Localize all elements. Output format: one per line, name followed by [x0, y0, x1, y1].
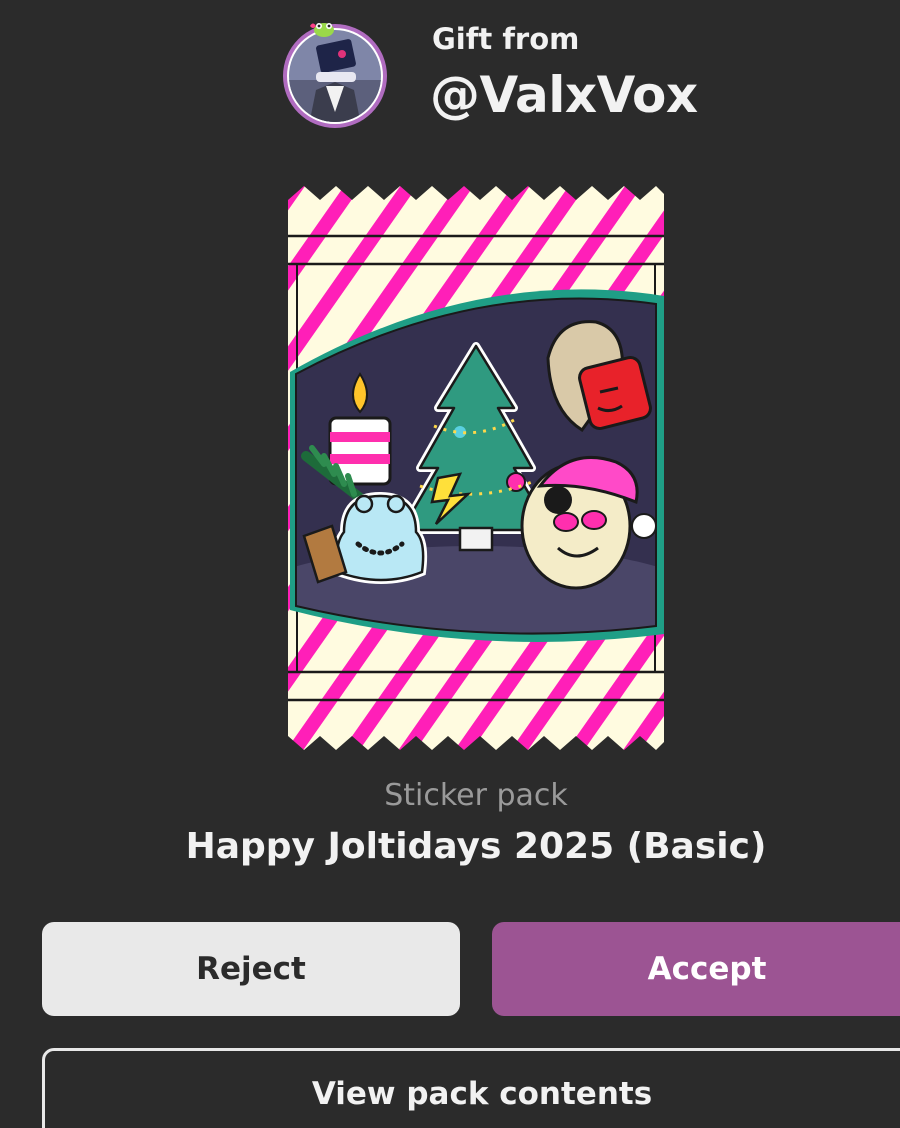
sticker-pack-image[interactable] — [288, 186, 664, 750]
gift-screen: Gift from @ValxVox Sticker pack Happy Jo… — [0, 0, 900, 1128]
pack-type-label: Sticker pack — [384, 778, 568, 813]
pack-name: Happy Joltidays 2025 (Basic) — [185, 826, 767, 867]
reject-button[interactable]: Reject — [42, 922, 460, 1016]
sender-handle[interactable]: @ValxVox — [430, 66, 698, 124]
view-pack-contents-button[interactable]: View pack contents — [42, 1048, 900, 1128]
gift-from-label: Gift from — [432, 22, 580, 56]
sender-avatar[interactable] — [280, 20, 390, 130]
accept-button[interactable]: Accept — [492, 922, 900, 1016]
